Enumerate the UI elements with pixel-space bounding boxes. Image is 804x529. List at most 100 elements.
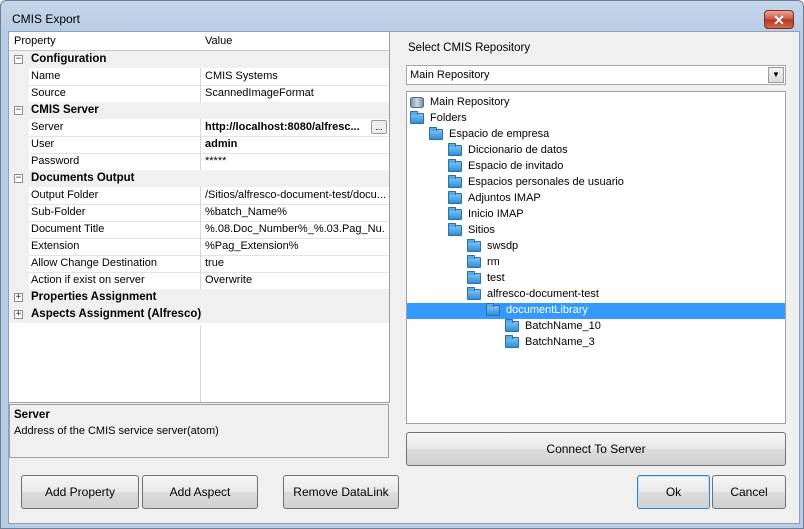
property-row[interactable]: Document Title %.08.Doc_Number%_%.03.Pag_… xyxy=(9,221,389,239)
expand-icon[interactable]: + xyxy=(14,293,23,302)
row-gutter xyxy=(9,85,29,102)
tree-node-label: documentLibrary xyxy=(506,304,588,316)
row-gutter xyxy=(9,68,29,85)
chevron-down-icon[interactable]: ▼ xyxy=(768,67,784,83)
category-row[interactable]: − Documents Output xyxy=(9,170,389,187)
window-title: CMIS Export xyxy=(12,12,81,26)
row-gutter xyxy=(9,272,29,289)
property-value[interactable]: http://localhost:8080/alfresc... xyxy=(205,121,368,133)
category-row[interactable]: + Properties Assignment xyxy=(9,289,389,306)
category-label: Properties Assignment xyxy=(31,291,157,303)
tree-node-label: rm xyxy=(487,256,500,268)
close-button[interactable]: ✕ xyxy=(764,10,794,29)
property-row[interactable]: Password ***** xyxy=(9,153,389,171)
folder-icon xyxy=(467,287,481,300)
add-aspect-button[interactable]: Add Aspect xyxy=(142,475,258,509)
tree-node-label: BatchName_3 xyxy=(525,336,595,348)
row-gutter xyxy=(9,136,29,153)
remove-datalink-button[interactable]: Remove DataLink xyxy=(283,475,399,509)
property-value[interactable]: %batch_Name% xyxy=(205,206,385,218)
folder-icon xyxy=(505,335,519,348)
close-icon: ✕ xyxy=(773,12,785,28)
property-value[interactable]: CMIS Systems xyxy=(205,70,385,82)
property-name: Source xyxy=(31,87,66,99)
property-row[interactable]: Extension %Pag_Extension% xyxy=(9,238,389,256)
collapse-icon[interactable]: − xyxy=(14,174,23,183)
property-value[interactable]: true xyxy=(205,257,385,269)
category-row[interactable]: − Configuration xyxy=(9,51,389,68)
folder-icon xyxy=(448,191,462,204)
column-divider xyxy=(200,85,201,102)
property-value[interactable]: ***** xyxy=(205,155,385,167)
category-row[interactable]: − CMIS Server xyxy=(9,102,389,119)
category-label: Configuration xyxy=(31,53,107,65)
column-divider xyxy=(200,119,201,136)
property-value[interactable]: ScannedImageFormat xyxy=(205,87,385,99)
cancel-button[interactable]: Cancel xyxy=(712,475,786,509)
column-divider xyxy=(200,68,201,85)
description-text: Address of the CMIS service server(atom) xyxy=(14,425,219,437)
repository-select[interactable]: Main Repository ▼ xyxy=(406,65,786,85)
property-row[interactable]: Name CMIS Systems xyxy=(9,68,389,86)
category-label: Documents Output xyxy=(31,172,135,184)
database-icon xyxy=(410,97,424,108)
tree-node-label: alfresco-document-test xyxy=(487,288,599,300)
expand-icon[interactable]: + xyxy=(14,310,23,319)
browse-button[interactable]: ... xyxy=(371,120,387,134)
category-row[interactable]: + Aspects Assignment (Alfresco) xyxy=(9,306,389,323)
folder-icon xyxy=(486,303,500,316)
column-divider xyxy=(200,204,201,221)
ok-button[interactable]: Ok xyxy=(637,475,710,509)
property-row[interactable]: Action if exist on server Overwrite xyxy=(9,272,389,290)
tree-node-label: swsdp xyxy=(487,240,519,252)
column-divider xyxy=(200,238,201,255)
property-row[interactable]: Allow Change Destination true xyxy=(9,255,389,273)
collapse-icon[interactable]: − xyxy=(14,106,23,115)
property-name: Document Title xyxy=(31,223,105,235)
property-row[interactable]: Server http://localhost:8080/alfresc.....… xyxy=(9,119,389,137)
property-row[interactable]: Sub-Folder %batch_Name% xyxy=(9,204,389,222)
column-divider xyxy=(200,272,201,289)
connect-to-server-button[interactable]: Connect To Server xyxy=(406,432,786,466)
category-label: CMIS Server xyxy=(31,104,99,116)
property-name: Sub-Folder xyxy=(31,206,86,218)
property-name: Output Folder xyxy=(31,189,99,201)
row-gutter xyxy=(9,204,29,221)
column-header-value: Value xyxy=(205,35,233,47)
property-name: User xyxy=(31,138,55,150)
window: CMIS Export ✕ Property Value − Configurat… xyxy=(0,0,804,529)
tree-node-label: Main Repository xyxy=(430,96,510,108)
tree-node-label: BatchName_10 xyxy=(525,320,601,332)
tree-node-label: Espacio de empresa xyxy=(449,128,550,140)
dialog-body: Property Value − Configuration Name CMIS Sy… xyxy=(8,31,800,524)
property-value[interactable]: /Sitios/alfresco-document-test/docu... xyxy=(205,189,385,201)
property-value[interactable]: %.08.Doc_Number%_%.03.Pag_Nu... xyxy=(205,223,385,235)
folder-icon xyxy=(448,143,462,156)
add-property-button[interactable]: Add Property xyxy=(21,475,139,509)
property-row[interactable]: Source ScannedImageFormat xyxy=(9,85,389,103)
property-description-panel: Server Address of the CMIS service serve… xyxy=(9,404,389,458)
property-row[interactable]: Output Folder/Sitios/alfresco-document-t… xyxy=(9,187,389,205)
tree-node-label: test xyxy=(487,272,505,284)
repository-tree[interactable]: Main Repository Folders Espacio de empresa… xyxy=(406,91,786,424)
property-name: Action if exist on server xyxy=(31,274,145,286)
property-value[interactable]: %Pag_Extension% xyxy=(205,240,385,252)
repository-label: Select CMIS Repository xyxy=(408,42,531,54)
property-value[interactable]: admin xyxy=(205,138,385,150)
tree-node[interactable]: documentLibrary xyxy=(407,303,785,319)
folder-icon xyxy=(448,159,462,172)
tree-node-label: Inicio IMAP xyxy=(468,208,524,220)
row-gutter xyxy=(9,153,29,170)
column-divider xyxy=(200,255,201,272)
collapse-icon[interactable]: − xyxy=(14,55,23,64)
folder-icon xyxy=(410,111,424,124)
folder-icon xyxy=(429,127,443,140)
row-gutter xyxy=(9,221,29,238)
property-grid[interactable]: Property Value − Configuration Name CMIS Sy… xyxy=(9,32,390,403)
tree-node-label: Espacios personales de usuario xyxy=(468,176,624,188)
tree-node-label: Sitios xyxy=(468,224,495,236)
property-row[interactable]: User admin xyxy=(9,136,389,154)
folder-icon xyxy=(448,223,462,236)
property-value[interactable]: Overwrite xyxy=(205,274,385,286)
folder-icon xyxy=(467,271,481,284)
